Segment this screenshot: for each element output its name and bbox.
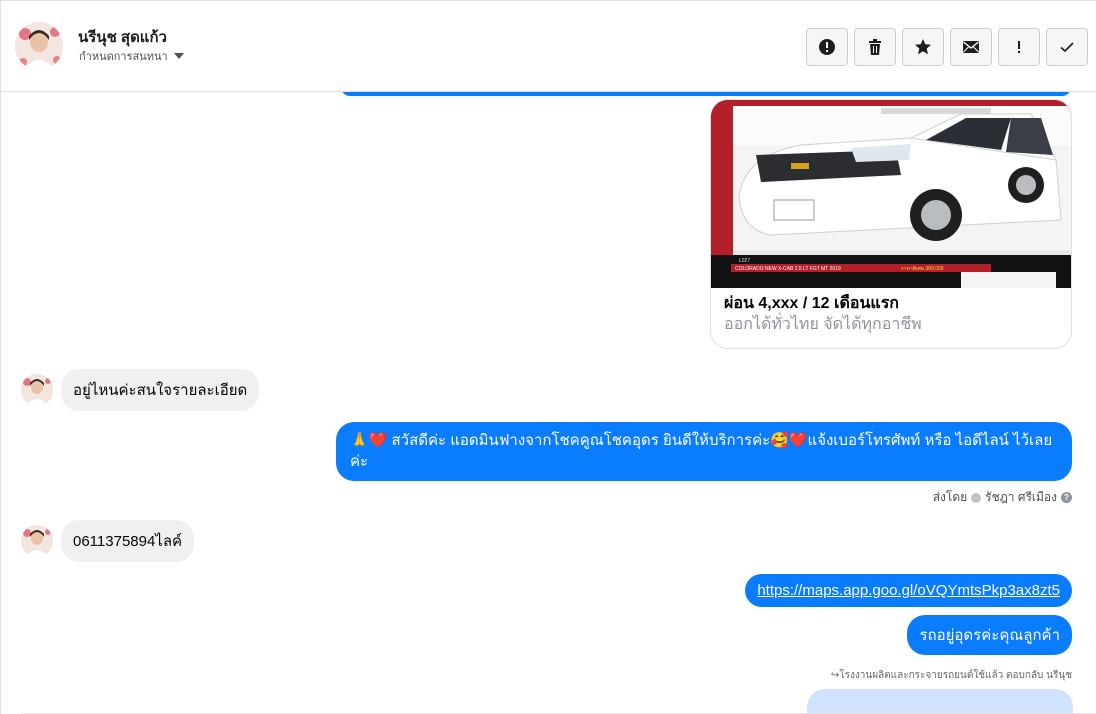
mark-done-button[interactable] (1046, 28, 1088, 66)
card-image-price: ราคาพิเศษ 389,000 (901, 265, 944, 272)
message-bubble-incoming[interactable]: อยู่ไหนค่ะสนใจรายละเอียด (61, 369, 260, 411)
sender-avatar (21, 374, 53, 406)
message-bubble-outgoing[interactable]: 🙏❤️ สวัสดีค่ะ แอดมินฟางจากโชคคูณโชคอุดร … (336, 422, 1072, 481)
star-icon (915, 39, 931, 55)
sent-by-line: ส่งโดย รัชฎา ศรีเมือง ? (933, 488, 1072, 507)
alert-icon (819, 39, 835, 55)
assign-conversation-dropdown[interactable]: กำหนดการสนทนา (79, 47, 184, 65)
sent-by-label: ส่งโดย (932, 490, 968, 504)
card-image-code: L027 (739, 258, 750, 264)
product-card[interactable]: L027 COLORADO NEW X-CAB 2.5 LT FGT MT 20… (710, 99, 1072, 349)
conversation-panel: นรีนุช สุดแก้ว กำหนดการสนทนา L027 COLORA… (0, 0, 1096, 714)
agent-icon (971, 492, 982, 503)
message-thread[interactable]: L027 COLORADO NEW X-CAB 2.5 LT FGT MT 20… (1, 92, 1096, 714)
follow-up-button[interactable] (998, 28, 1040, 66)
message-bubble-outgoing-partial (807, 689, 1073, 714)
help-icon[interactable]: ? (1061, 492, 1072, 503)
message-bubble-incoming[interactable]: 0611375894ไลค์ (61, 520, 195, 562)
mark-unread-button[interactable] (950, 28, 992, 66)
message-bubble-outgoing[interactable]: https://maps.app.goo.gl/oVQYmtsPkp3ax8zt… (745, 574, 1072, 607)
header-toolbar (806, 28, 1088, 66)
check-icon (1060, 42, 1074, 53)
maps-link[interactable]: https://maps.app.goo.gl/oVQYmtsPkp3ax8zt… (757, 582, 1060, 599)
sender-avatar (21, 525, 53, 557)
exclamation-icon (1018, 41, 1020, 53)
report-spam-button[interactable] (806, 28, 848, 66)
reply-icon: ↪ (830, 670, 840, 681)
contact-avatar[interactable] (15, 22, 63, 70)
card-subtitle: ออกได้ทั่วไทย จัดได้ทุกอาชีพ (724, 316, 922, 333)
message-bubble-outgoing[interactable]: รถอยู่อุดรค่ะคุณลูกค้า (907, 615, 1072, 655)
trash-icon (869, 39, 881, 55)
card-image-caption: COLORADO NEW X-CAB 2.5 LT FGT MT 2019 (735, 266, 841, 272)
star-button[interactable] (902, 28, 944, 66)
assign-label: กำหนดการสนทนา (79, 51, 168, 63)
contact-name[interactable]: นรีนุช สุดแก้ว (78, 25, 167, 49)
message-bubble-outgoing (341, 92, 1071, 96)
conversation-header: นรีนุช สุดแก้ว กำหนดการสนทนา (1, 1, 1096, 92)
envelope-icon (963, 41, 979, 53)
sent-by-agent[interactable]: รัชฎา ศรีเมือง (985, 488, 1057, 507)
reply-note: ↪โรงงานผลิตและกระจายรถยนต์ใช้แล้ว ตอบกลั… (830, 670, 1072, 681)
delete-button[interactable] (854, 28, 896, 66)
car-image: L027 COLORADO NEW X-CAB 2.5 LT FGT MT 20… (711, 100, 1071, 288)
caret-down-icon (173, 53, 184, 59)
